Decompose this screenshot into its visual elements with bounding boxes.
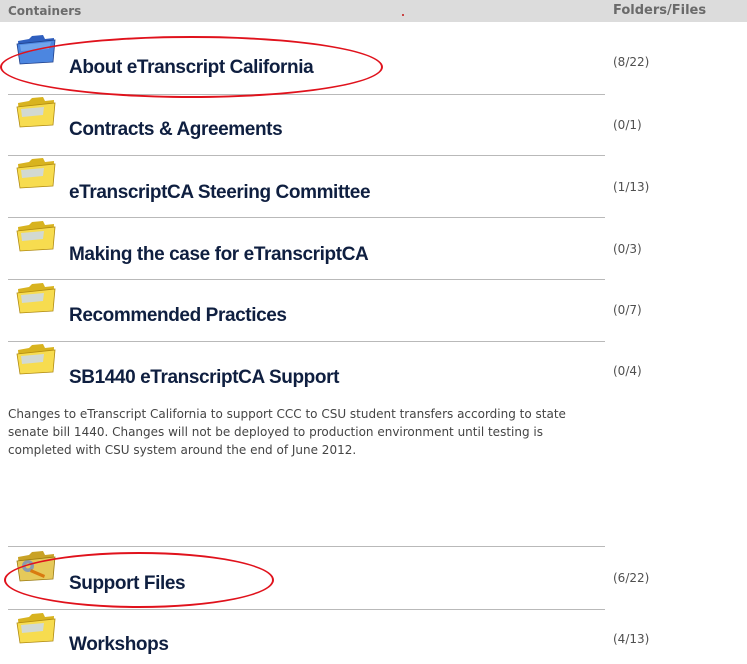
row-separator (8, 609, 605, 610)
item-title-making-case[interactable]: Making the case for eTranscriptCA (69, 244, 369, 266)
row-separator (8, 279, 605, 280)
highlight-oval-support-files (4, 552, 274, 608)
row-separator (8, 217, 605, 218)
folder-icon[interactable] (14, 156, 58, 190)
highlight-oval-about (0, 36, 383, 98)
item-count: (6/22) (613, 571, 650, 585)
item-title-practices[interactable]: Recommended Practices (69, 305, 287, 327)
folder-icon[interactable] (14, 611, 58, 645)
item-count: (0/4) (613, 364, 642, 378)
item-title-contracts[interactable]: Contracts & Agreements (69, 119, 283, 141)
table-header: Containers Folders/Files (0, 0, 747, 22)
item-title-steering[interactable]: eTranscriptCA Steering Committee (69, 182, 371, 204)
folders-files-header: Folders/Files (613, 3, 707, 18)
item-count: (8/22) (613, 55, 650, 69)
containers-header: Containers (8, 4, 82, 18)
item-title-workshops[interactable]: Workshops (69, 634, 169, 656)
item-count: (0/3) (613, 242, 642, 256)
sb1440-description: Changes to eTranscript California to sup… (8, 407, 566, 457)
item-title-sb1440[interactable]: SB1440 eTranscriptCA Support (69, 367, 339, 389)
item-count: (1/13) (613, 180, 650, 194)
row-separator (8, 94, 605, 95)
header-dot (402, 14, 404, 16)
folder-icon[interactable] (14, 342, 58, 376)
folder-icon[interactable] (14, 219, 58, 253)
row-separator (8, 546, 605, 547)
item-count: (0/7) (613, 303, 642, 317)
item-count: (4/13) (613, 632, 650, 646)
item-count: (0/1) (613, 118, 642, 132)
row-separator (8, 341, 605, 342)
folder-icon[interactable] (14, 281, 58, 315)
folder-icon[interactable] (14, 95, 58, 129)
row-separator (8, 155, 605, 156)
